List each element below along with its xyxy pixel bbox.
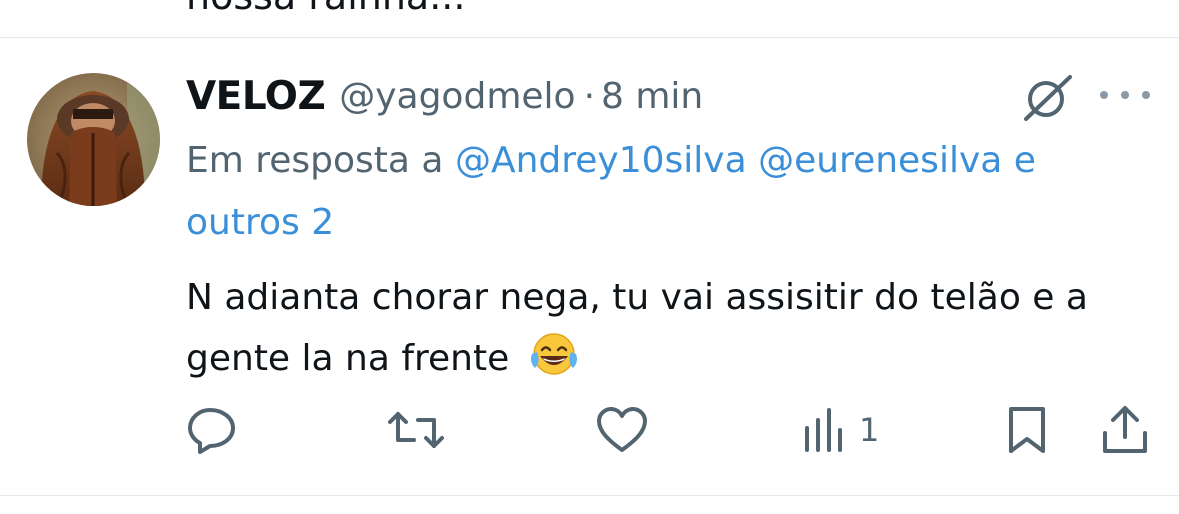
avatar[interactable] [27,73,160,206]
more-options-icon[interactable] [1100,80,1150,110]
more-dot [1121,91,1129,99]
previous-tweet-text: nossa rainha... [186,0,465,18]
views-bar-chart-icon [805,408,842,452]
laughing-tears-emoji-icon [529,332,579,397]
tweet-divider-top [0,37,1179,38]
like-button[interactable] [596,405,648,455]
views-count: 1 [859,411,880,449]
reply-button[interactable] [186,405,238,455]
tweet-timestamp[interactable]: 8 min [601,76,703,117]
more-dot [1142,91,1150,99]
reply-and[interactable]: e [1014,140,1036,181]
tweet-divider-bottom [0,495,1179,496]
reply-mention[interactable]: @eurenesilva [758,140,1002,181]
reply-context: Em resposta a @Andrey10silva @eurenesilv… [186,130,1146,254]
tweet-body: N adianta chorar nega, tu vai assisitir … [186,277,1088,379]
tweet-header: VELOZ @yagodmelo · 8 min [186,68,703,124]
tweet-text: N adianta chorar nega, tu vai assisitir … [186,267,1166,397]
author-handle[interactable]: @yagodmelo [339,76,575,117]
reply-prefix: Em resposta a [186,140,444,181]
separator-dot: · [583,75,596,117]
retweet-icon [388,412,444,448]
share-upload-icon [1103,406,1147,453]
more-dot [1100,91,1108,99]
reply-mention[interactable]: @Andrey10silva [455,140,747,181]
author-display-name[interactable]: VELOZ [186,74,326,119]
views-button[interactable]: 1 [803,405,879,455]
bookmark-icon [1009,407,1045,453]
reply-bubble-icon [188,408,235,454]
grok-icon[interactable] [1020,72,1076,122]
heart-icon [597,407,647,452]
retweet-button[interactable] [388,405,444,455]
tweet-screen: nossa rainha... [0,0,1179,514]
avatar-image [27,73,160,206]
reply-others[interactable]: outros 2 [186,202,334,243]
share-button[interactable] [1101,405,1149,455]
bookmark-button[interactable] [1005,405,1049,455]
